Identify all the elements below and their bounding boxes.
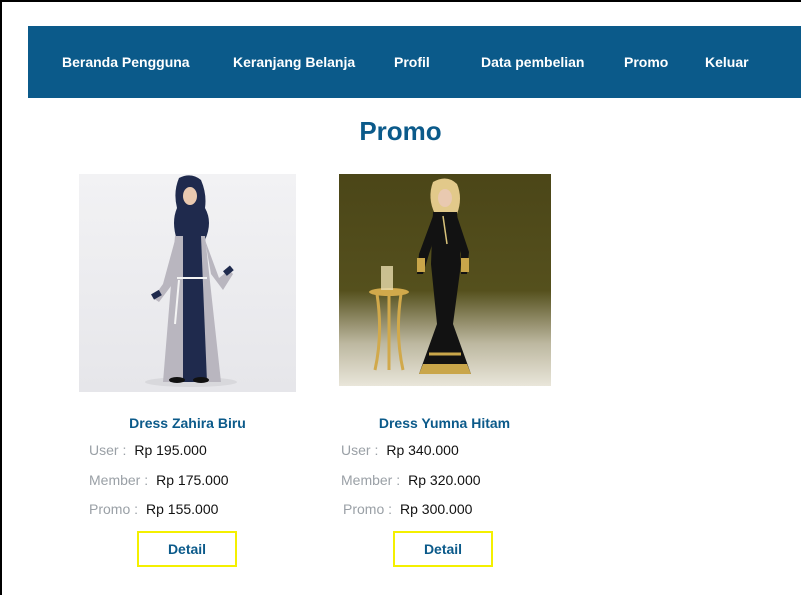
price-label-promo: Promo :: [89, 501, 139, 517]
product-image-dress-yumna-hitam[interactable]: [339, 174, 556, 392]
nav-item-data-pembelian[interactable]: Data pembelian: [481, 26, 584, 98]
price-row-promo: Promo : Rp 300.000: [343, 501, 472, 517]
price-value-promo: Rp 155.000: [146, 501, 219, 517]
dress-yumna-hitam-illustration: [339, 174, 551, 386]
price-label-member: Member :: [341, 472, 401, 488]
detail-button[interactable]: Detail: [393, 531, 493, 567]
dress-zahira-biru-illustration: [79, 174, 296, 392]
price-value-member: Rp 320.000: [408, 472, 481, 488]
price-row-user: User : Rp 340.000: [341, 442, 459, 458]
frame-top-border: [0, 0, 801, 2]
price-row-promo: Promo : Rp 155.000: [89, 501, 218, 517]
nav-item-profil[interactable]: Profil: [394, 26, 430, 98]
product-name[interactable]: Dress Yumna Hitam: [336, 415, 553, 431]
product-name[interactable]: Dress Zahira Biru: [79, 415, 296, 431]
price-label-user: User :: [341, 442, 379, 458]
price-value-user: Rp 340.000: [386, 442, 459, 458]
nav-item-promo[interactable]: Promo: [624, 26, 668, 98]
price-value-promo: Rp 300.000: [400, 501, 473, 517]
price-row-user: User : Rp 195.000: [89, 442, 207, 458]
navbar: Beranda Pengguna Keranjang Belanja Profi…: [28, 26, 801, 98]
price-row-member: Member : Rp 175.000: [89, 472, 229, 488]
price-value-member: Rp 175.000: [156, 472, 229, 488]
price-label-user: User :: [89, 442, 127, 458]
price-row-member: Member : Rp 320.000: [341, 472, 481, 488]
page-title: Promo: [359, 116, 442, 146]
price-value-user: Rp 195.000: [134, 442, 207, 458]
frame-left-border: [0, 0, 2, 595]
price-label-promo: Promo :: [343, 501, 393, 517]
price-label-member: Member :: [89, 472, 149, 488]
detail-button[interactable]: Detail: [137, 531, 237, 567]
nav-item-keranjang-belanja[interactable]: Keranjang Belanja: [233, 26, 355, 98]
nav-item-keluar[interactable]: Keluar: [705, 26, 749, 98]
nav-item-beranda-pengguna[interactable]: Beranda Pengguna: [62, 26, 190, 98]
product-image-dress-zahira-biru[interactable]: [79, 174, 296, 392]
